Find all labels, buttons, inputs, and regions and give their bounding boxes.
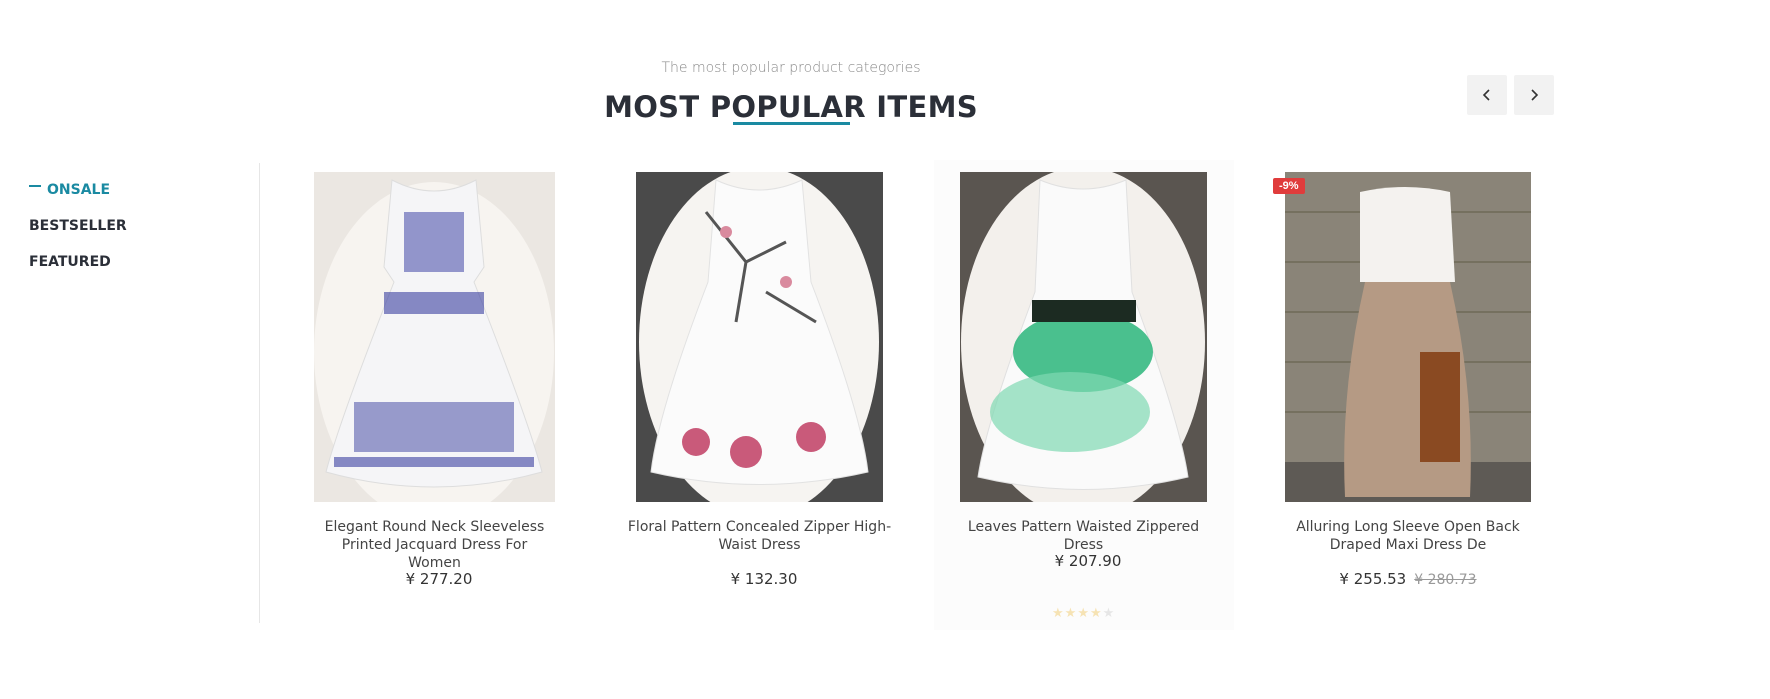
star-icon: ★ bbox=[1064, 605, 1078, 620]
tab-label: BESTSELLER bbox=[29, 218, 127, 234]
product-image[interactable] bbox=[1285, 172, 1531, 502]
chevron-right-icon bbox=[1531, 89, 1539, 101]
chevron-left-icon bbox=[1482, 89, 1490, 101]
product-price: ¥ 132.30 bbox=[730, 570, 798, 588]
product-rating: ★★★★★ bbox=[1052, 605, 1115, 621]
product-name[interactable]: Elegant Round Neck Sleeveless Printed Ja… bbox=[314, 518, 555, 572]
tab-label: FEATURED bbox=[29, 254, 111, 270]
tab-onsale[interactable]: ONSALE bbox=[29, 172, 127, 208]
tab-featured[interactable]: FEATURED bbox=[29, 244, 127, 280]
section-title: MOST POPULAR ITEMS bbox=[604, 90, 978, 124]
product-image[interactable] bbox=[314, 172, 555, 502]
discount-badge: -9% bbox=[1273, 178, 1305, 194]
product-old-price: ¥ 280.73 bbox=[1414, 572, 1477, 588]
tab-label: ONSALE bbox=[47, 182, 111, 198]
product-image[interactable] bbox=[960, 172, 1207, 502]
product-price-group: ¥ 255.53 ¥ 280.73 bbox=[1285, 570, 1531, 588]
carousel-prev-button[interactable] bbox=[1467, 75, 1507, 115]
product-price: ¥ 255.53 bbox=[1339, 570, 1407, 588]
active-tab-indicator bbox=[29, 185, 41, 187]
product-price: ¥ 277.20 bbox=[405, 570, 473, 588]
product-name[interactable]: Leaves Pattern Waisted Zippered Dress bbox=[950, 518, 1217, 554]
title-underline bbox=[733, 122, 850, 125]
star-icon: ★ bbox=[1052, 605, 1065, 620]
section-subtitle: The most popular product categories bbox=[661, 60, 921, 76]
carousel-next-button[interactable] bbox=[1514, 75, 1554, 115]
product-image[interactable] bbox=[636, 172, 883, 502]
star-icon: ★ bbox=[1089, 605, 1103, 620]
tabs-divider bbox=[259, 163, 260, 623]
star-icon: ★ bbox=[1102, 605, 1116, 620]
tab-bestseller[interactable]: BESTSELLER bbox=[29, 208, 127, 244]
product-name[interactable]: Floral Pattern Concealed Zipper High-Wai… bbox=[626, 518, 893, 554]
star-icon: ★ bbox=[1077, 605, 1090, 620]
product-name[interactable]: Alluring Long Sleeve Open Back Draped Ma… bbox=[1270, 518, 1546, 554]
category-tabs: ONSALE BESTSELLER FEATURED bbox=[29, 172, 127, 280]
product-price: ¥ 207.90 bbox=[1054, 552, 1122, 570]
